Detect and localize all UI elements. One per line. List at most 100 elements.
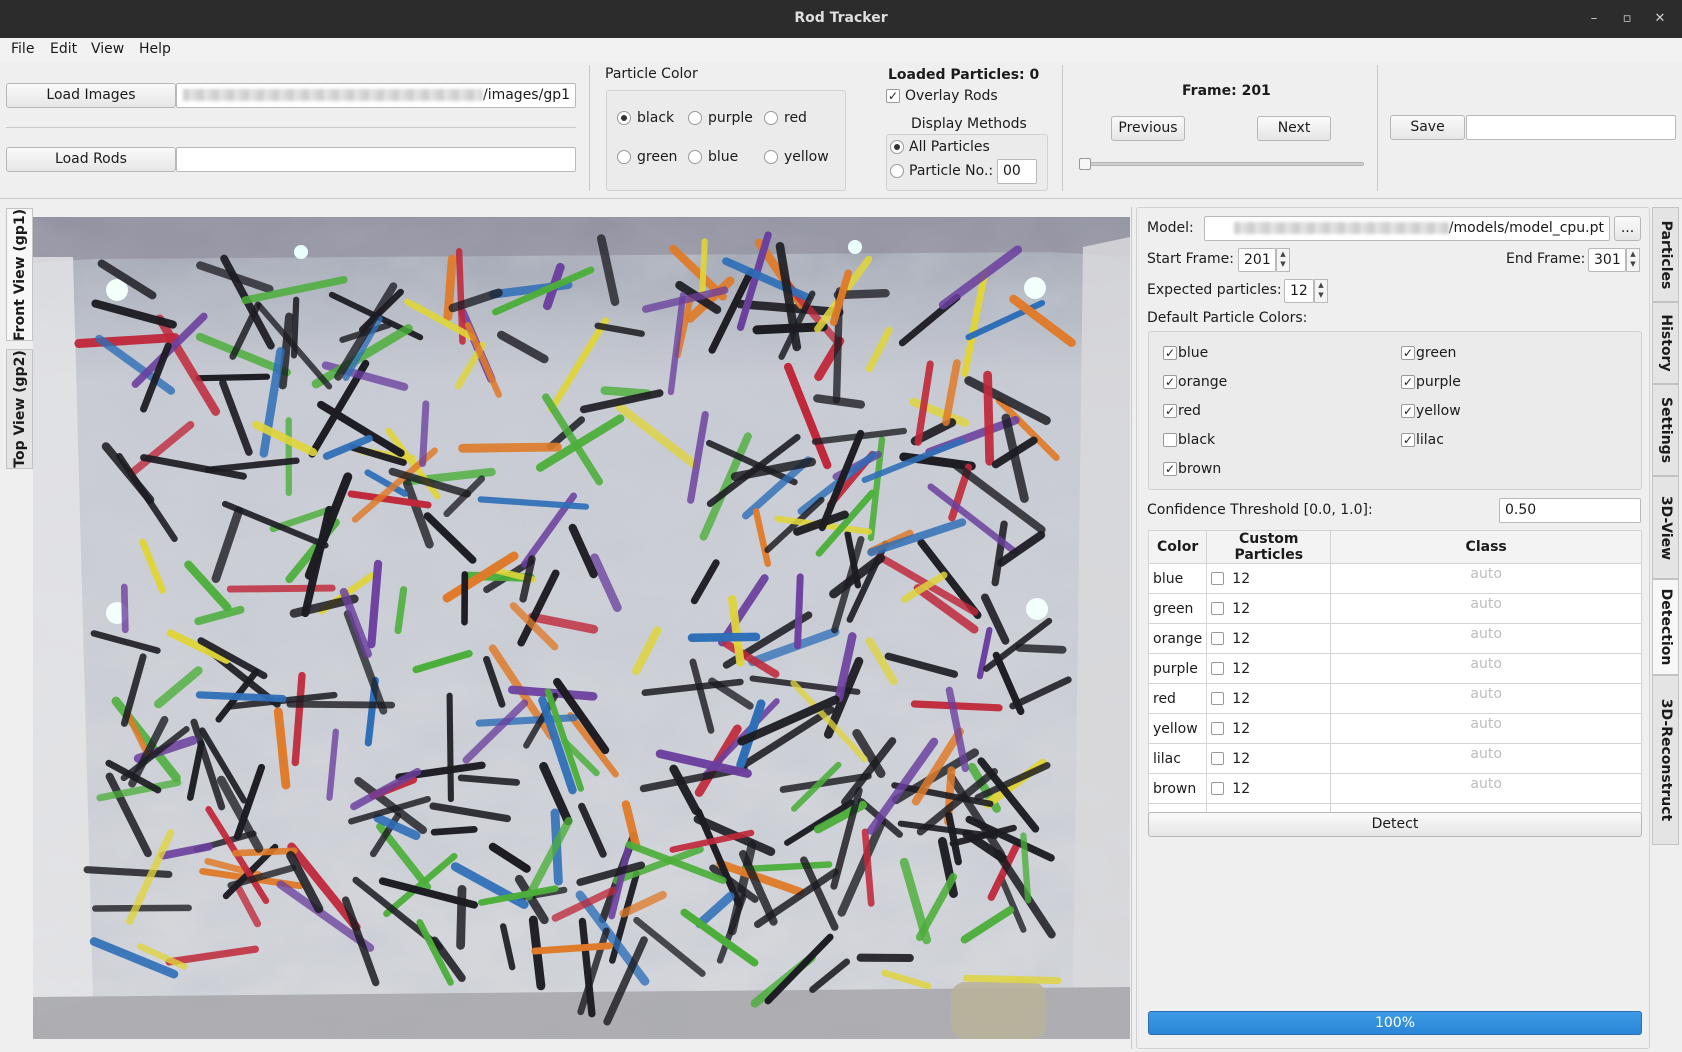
row-class[interactable]: auto [1330, 743, 1642, 774]
tab-top-view[interactable]: Top View (gp2) [6, 349, 33, 469]
radio-yellow[interactable] [764, 150, 778, 164]
overlay-rods-checkbox[interactable]: ✓ [886, 89, 900, 103]
default-color-green-checkbox[interactable]: ✓ [1401, 346, 1415, 360]
menu-bar: File Edit View Help [0, 38, 1682, 62]
default-colors-label: Default Particle Colors: [1147, 310, 1308, 326]
image-viewport[interactable] [33, 217, 1130, 1039]
row-custom-particles[interactable]: 12 [1206, 713, 1332, 744]
row-class[interactable]: auto [1330, 623, 1642, 654]
radio-purple[interactable] [688, 111, 702, 125]
row-color: yellow [1147, 713, 1208, 744]
maximize-button[interactable]: ▫ [1617, 9, 1637, 29]
default-color-blue-checkbox[interactable]: ✓ [1163, 346, 1177, 360]
next-button[interactable]: Next [1257, 116, 1331, 141]
rod [195, 691, 287, 703]
row-class[interactable]: auto [1330, 713, 1642, 744]
row-custom-particles[interactable]: 12 [1206, 683, 1332, 714]
radio-blue[interactable] [688, 150, 702, 164]
previous-button[interactable]: Previous [1111, 116, 1185, 141]
minimize-button[interactable]: – [1584, 9, 1604, 29]
radio-blue-label: blue [708, 149, 739, 165]
images-path-field[interactable]: /images/gp1 [176, 83, 576, 108]
tab-3d-reconstruct[interactable]: 3D-Reconstruct [1652, 675, 1679, 845]
radio-particle-no[interactable] [890, 164, 904, 178]
row-custom-particles[interactable]: 12 [1206, 653, 1332, 684]
tab-3d-view[interactable]: 3D-View [1652, 476, 1679, 579]
end-frame-spinner[interactable]: ▲ ▼ [1626, 248, 1640, 272]
row-color: green [1147, 593, 1208, 624]
default-color-black-checkbox[interactable] [1163, 433, 1177, 447]
window-title: Rod Tracker [794, 10, 888, 26]
row-class[interactable]: auto [1330, 773, 1642, 804]
default-color-red-checkbox[interactable]: ✓ [1163, 404, 1177, 418]
close-button[interactable]: ✕ [1650, 9, 1670, 29]
custom-particles-checkbox[interactable] [1211, 722, 1225, 735]
default-color-orange-checkbox[interactable]: ✓ [1163, 375, 1177, 389]
load-rods-button[interactable]: Load Rods [6, 147, 176, 172]
confidence-input[interactable]: 0.50 [1499, 498, 1641, 523]
start-frame-spinner[interactable]: ▲ ▼ [1276, 248, 1290, 272]
rods-path-field[interactable] [176, 147, 576, 172]
particle-no-input[interactable]: 00 [997, 159, 1037, 184]
row-count: 12 [1232, 750, 1251, 767]
default-color-purple-checkbox[interactable]: ✓ [1401, 375, 1415, 389]
custom-particles-checkbox[interactable] [1211, 662, 1225, 675]
rod [1015, 643, 1067, 654]
row-class[interactable]: auto [1330, 593, 1642, 624]
row-custom-particles[interactable]: 12 [1206, 593, 1332, 624]
load-images-button[interactable]: Load Images [6, 83, 176, 108]
frame-slider-handle[interactable] [1079, 158, 1091, 170]
tab-history[interactable]: History [1652, 302, 1679, 384]
radio-black-label: black [637, 110, 675, 126]
rod [430, 826, 478, 836]
custom-particles-checkbox[interactable] [1211, 632, 1225, 645]
custom-particles-checkbox[interactable] [1211, 752, 1225, 765]
model-path-field[interactable]: /models/model_cpu.pt [1204, 216, 1610, 241]
row-custom-particles[interactable]: 12 [1206, 563, 1332, 594]
tab-particles[interactable]: Particles [1652, 207, 1679, 302]
save-path-field[interactable] [1466, 115, 1676, 140]
tab-label: 3D-View [1657, 495, 1674, 560]
expected-particles-input[interactable]: 12 [1284, 279, 1314, 303]
row-custom-particles[interactable]: 12 [1206, 623, 1332, 654]
default-color-brown-checkbox[interactable]: ✓ [1163, 462, 1177, 476]
table-row: orange 12 auto [1147, 623, 1642, 654]
frame-slider-track[interactable] [1084, 162, 1364, 166]
row-custom-particles[interactable]: 12 [1206, 743, 1332, 774]
default-color-yellow-checkbox[interactable]: ✓ [1401, 404, 1415, 418]
divider [6, 127, 576, 128]
radio-red[interactable] [764, 111, 778, 125]
row-custom-particles[interactable]: 12 [1206, 773, 1332, 804]
custom-particles-checkbox[interactable] [1211, 572, 1225, 585]
start-frame-input[interactable]: 201 [1238, 248, 1276, 272]
browse-model-button[interactable]: ... [1614, 216, 1641, 241]
menu-view[interactable]: View [91, 41, 124, 57]
tab-detection[interactable]: Detection [1652, 579, 1679, 675]
radio-green[interactable] [617, 150, 631, 164]
menu-help[interactable]: Help [139, 41, 171, 57]
detect-button[interactable]: Detect [1148, 812, 1642, 837]
row-class[interactable]: auto [1330, 563, 1642, 594]
custom-particles-checkbox[interactable] [1211, 692, 1225, 705]
save-button[interactable]: Save [1390, 115, 1465, 140]
expected-particles-spinner[interactable]: ▲ ▼ [1314, 279, 1328, 303]
rod [92, 904, 192, 912]
rod [446, 692, 454, 803]
custom-particles-checkbox[interactable] [1211, 602, 1225, 615]
row-class[interactable]: auto [1330, 653, 1642, 684]
table-header: Color Custom Particles Class [1147, 530, 1642, 564]
row-class[interactable]: auto [1330, 683, 1642, 714]
frame-label: Frame: 201 [1182, 83, 1271, 99]
default-color-lilac-checkbox[interactable]: ✓ [1401, 433, 1415, 447]
custom-particles-checkbox[interactable] [1211, 782, 1225, 795]
end-frame-input[interactable]: 301 [1588, 248, 1626, 272]
tab-settings[interactable]: Settings [1652, 384, 1679, 476]
menu-file[interactable]: File [11, 41, 34, 57]
default-color-label: lilac [1416, 432, 1444, 448]
radio-black[interactable] [617, 111, 631, 125]
radio-all-particles[interactable] [890, 140, 904, 154]
row-count: 12 [1232, 690, 1251, 707]
tab-front-view[interactable]: Front View (gp1) [6, 208, 33, 341]
default-color-label: red [1178, 403, 1201, 419]
menu-edit[interactable]: Edit [50, 41, 77, 57]
